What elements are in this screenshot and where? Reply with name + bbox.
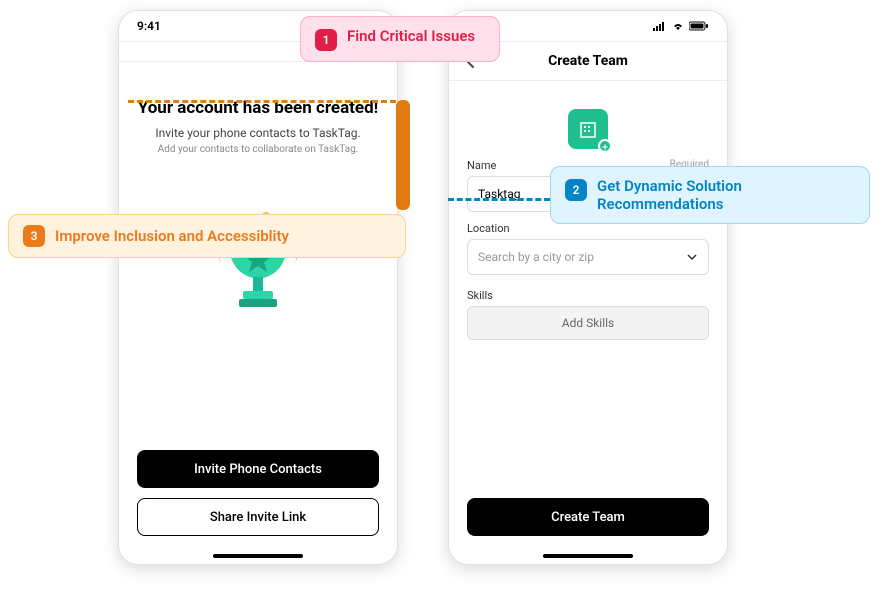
chevron-down-icon: [686, 251, 698, 263]
create-team-button[interactable]: Create Team: [467, 498, 709, 536]
callout-1: 1 Find Critical Issues: [300, 16, 500, 62]
skills-label: Skills: [467, 289, 493, 302]
account-subtitle: Invite your phone contacts to TaskTag.: [137, 126, 379, 140]
status-time: 9:41: [137, 19, 161, 33]
home-indicator: [213, 554, 303, 558]
left-buttons: Invite Phone Contacts Share Invite Link: [137, 450, 379, 536]
name-label: Name: [467, 159, 496, 172]
share-invite-button[interactable]: Share Invite Link: [137, 498, 379, 536]
wifi-icon: [671, 21, 685, 31]
battery-icon: [689, 21, 709, 31]
home-indicator: [543, 554, 633, 558]
phone-left: 9:41 Your account has been created! Invi…: [118, 10, 398, 565]
team-icon: +: [568, 109, 608, 149]
header-title: Create Team: [548, 53, 628, 69]
blue-dash: [448, 198, 550, 202]
callout-2-num: 2: [565, 179, 587, 201]
building-icon: [577, 118, 599, 140]
location-placeholder: Search by a city or zip: [478, 250, 594, 264]
account-subtitle2: Add your contacts to collaborate on Task…: [137, 144, 379, 155]
callout-1-text: Find Critical Issues: [347, 27, 475, 45]
callout-3-num: 3: [23, 225, 45, 247]
orange-accent-bar: [396, 100, 410, 210]
invite-contacts-button[interactable]: Invite Phone Contacts: [137, 450, 379, 488]
callout-3-text: Improve Inclusion and Accessiblity: [55, 227, 289, 245]
callout-3: 3 Improve Inclusion and Accessiblity: [8, 214, 406, 258]
location-label: Location: [467, 222, 510, 235]
callout-2: 2 Get Dynamic Solution Recommendations: [550, 166, 870, 224]
phone-right: 9:41 Create Team + Name Required Tasktag: [448, 10, 728, 565]
plus-badge-icon: +: [598, 139, 612, 153]
location-input[interactable]: Search by a city or zip: [467, 239, 709, 275]
callout-2-text: Get Dynamic Solution Recommendations: [597, 177, 855, 213]
status-icons: [653, 21, 709, 31]
right-bottom: Create Team: [467, 498, 709, 536]
orange-dash: [128, 100, 396, 103]
callout-1-num: 1: [315, 29, 337, 51]
signal-icon: [653, 21, 667, 31]
add-skills-button[interactable]: Add Skills: [467, 306, 709, 340]
